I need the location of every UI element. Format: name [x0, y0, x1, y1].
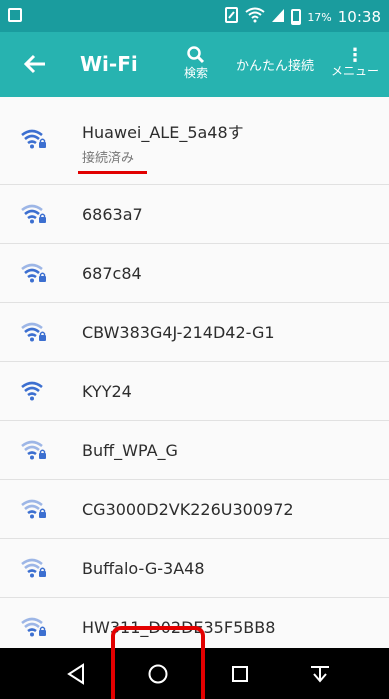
wifi-lock-icon — [21, 204, 46, 224]
network-item[interactable]: CBW383G4J-214D42-G1 — [0, 303, 389, 362]
app-bar: Wi-Fi 検索 かんたん接続 ⋮ メニュー — [0, 32, 389, 97]
network-ssid: 6863a7 — [82, 204, 143, 224]
notification-icon — [8, 8, 22, 22]
wifi-status-icon — [245, 7, 265, 27]
search-button[interactable]: 検索 — [176, 38, 216, 88]
wifi-lock-icon — [21, 558, 46, 578]
back-button[interactable] — [20, 49, 50, 79]
search-label: 検索 — [183, 65, 208, 80]
network-ssid: Huawei_ALE_5a48す — [82, 123, 244, 142]
network-item[interactable]: 687c84 — [0, 244, 389, 303]
menu-button[interactable]: ⋮ メニュー — [327, 38, 383, 90]
network-item[interactable]: CG3000D2VK226U300972 — [0, 480, 389, 539]
network-item[interactable]: Buffalo-G-3A48 — [0, 539, 389, 598]
nfc-icon — [225, 7, 239, 27]
network-ssid: Buffalo-G-3A48 — [82, 558, 205, 578]
network-item[interactable]: 6863a7 — [0, 185, 389, 244]
network-ssid: Buff_WPA_G — [82, 440, 178, 460]
wifi-icon — [21, 381, 43, 401]
battery-icon — [291, 9, 302, 25]
wifi-lock-icon — [21, 440, 46, 460]
wifi-lock-icon — [21, 129, 46, 149]
triangle-back-icon — [67, 663, 84, 685]
wifi-lock-icon — [21, 263, 46, 283]
menu-label: メニュー — [330, 63, 379, 78]
search-icon — [187, 45, 205, 63]
clock: 10:38 — [337, 8, 381, 26]
status-underline — [78, 171, 147, 174]
more-vert-icon: ⋮ — [346, 44, 364, 66]
network-item[interactable]: Huawei_ALE_5a48す 接続済み — [0, 97, 389, 185]
back-arrow-icon — [24, 54, 45, 74]
network-item[interactable]: Buff_WPA_G — [0, 421, 389, 480]
network-item[interactable]: KYY24 — [0, 362, 389, 421]
highlight-box — [111, 626, 205, 699]
nav-recents-button[interactable] — [224, 658, 256, 690]
signal-icon — [271, 7, 285, 27]
wifi-network-list: Huawei_ALE_5a48す 接続済み 6863a7 687c84 CBW3… — [0, 97, 389, 648]
wifi-lock-icon — [21, 617, 46, 637]
network-ssid: 687c84 — [82, 263, 142, 283]
nav-back-button[interactable] — [60, 658, 92, 690]
wifi-lock-icon — [21, 322, 46, 342]
nav-notification-button[interactable] — [304, 658, 336, 690]
status-icons: 17% 10:38 — [225, 7, 381, 27]
wifi-lock-icon — [21, 499, 46, 519]
network-ssid: KYY24 — [82, 381, 132, 401]
battery-percent: 17% — [307, 10, 332, 24]
pull-down-icon — [311, 666, 329, 683]
network-ssid: CG3000D2VK226U300972 — [82, 499, 294, 519]
page-title: Wi-Fi — [80, 52, 138, 76]
status-bar: 17% 10:38 — [0, 0, 389, 32]
connection-status: 接続済み — [82, 151, 135, 166]
square-recents-icon — [232, 666, 248, 682]
easy-connect-button[interactable]: かんたん接続 — [236, 55, 314, 74]
network-ssid: CBW383G4J-214D42-G1 — [82, 322, 275, 342]
